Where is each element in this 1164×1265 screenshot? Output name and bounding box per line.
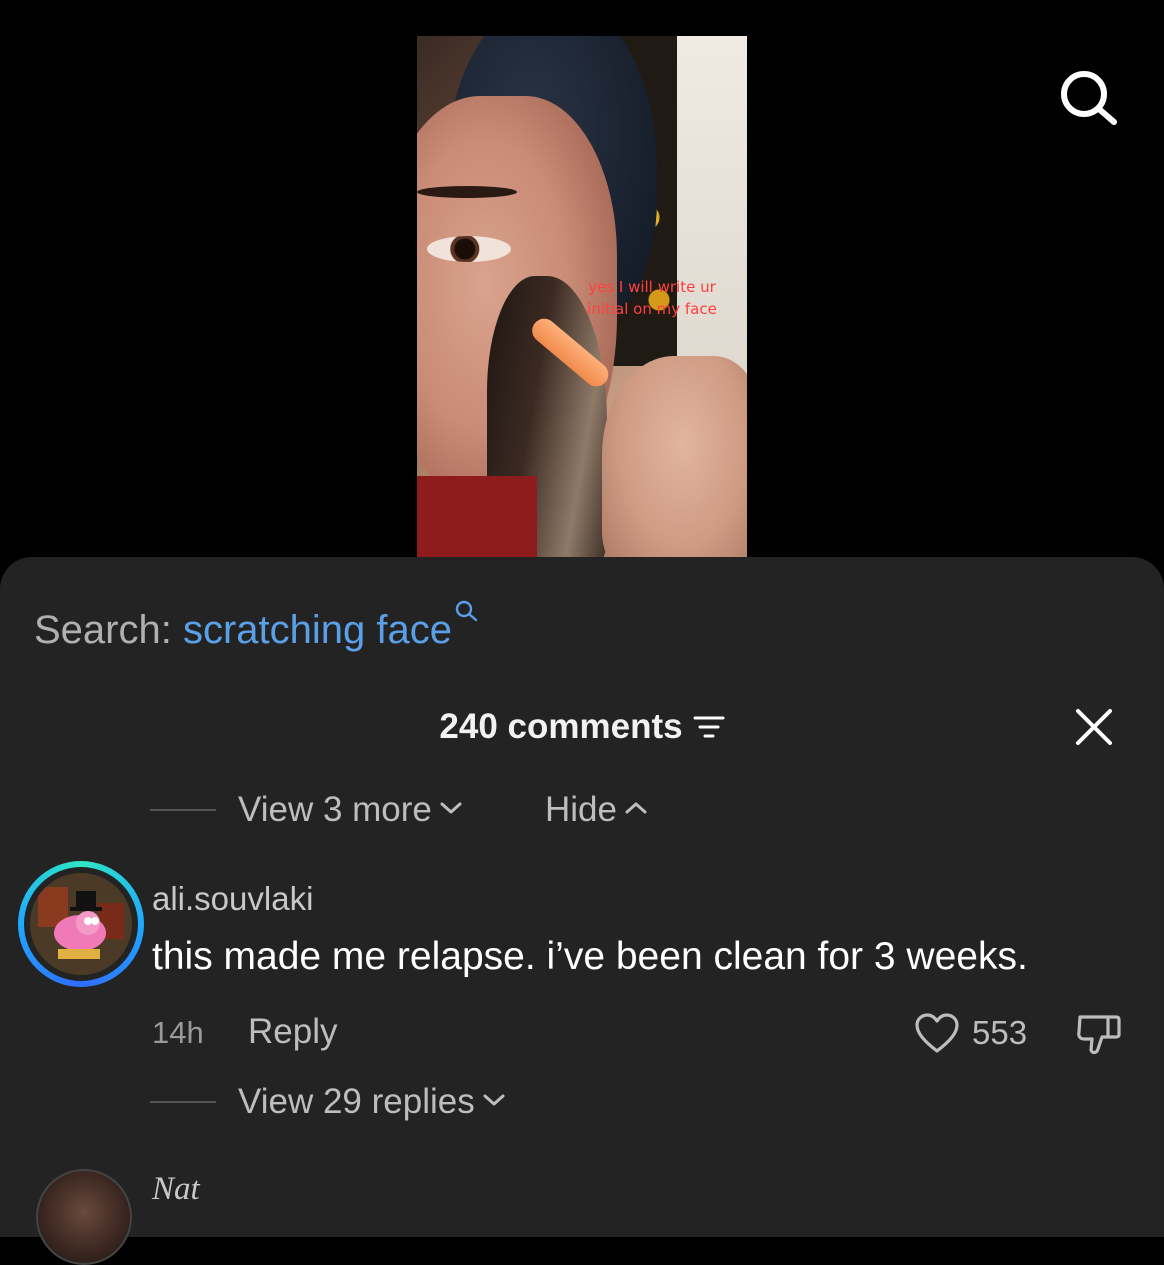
view-replies-label: View 29 replies [238,1082,475,1121]
video-hand [602,356,747,558]
close-icon[interactable] [1074,707,1114,747]
video-shirt [417,476,537,558]
comment-username[interactable]: Nat [152,1169,200,1209]
avatar[interactable] [36,1169,132,1265]
thread-line [150,809,216,811]
video-eye [427,236,511,262]
comment-timestamp: 14h [152,1015,204,1050]
chevron-up-icon [625,802,647,814]
view-replies-button[interactable]: View 29 replies [238,1081,507,1123]
chevron-down-icon [440,802,462,814]
sort-filter-icon[interactable] [693,713,725,741]
view-more-button[interactable]: View 3 more [238,789,464,831]
like-count: 553 [972,1014,1028,1051]
thumbs-down-icon[interactable] [1074,1009,1124,1059]
heart-icon[interactable] [914,1012,960,1054]
video-preview[interactable]: yes I will write ur initial on my face [417,36,747,558]
reply-button[interactable]: Reply [248,1011,337,1053]
search-icon[interactable] [1058,68,1120,126]
search-prefix: Search: [34,608,172,652]
comment-text: this made me relapse. i’ve been clean fo… [152,935,1028,978]
search-suggestion[interactable]: Search: scratching face [34,599,480,655]
chevron-down-icon [483,1094,505,1106]
avatar-illustration [30,873,132,975]
hide-button[interactable]: Hide [545,789,649,831]
comments-sheet: Search: scratching face 240 comments Vie… [0,557,1164,1265]
video-brow [417,186,517,198]
comment-username[interactable]: ali.souvlaki [152,879,313,919]
view-more-label: View 3 more [238,790,432,829]
search-icon [455,600,478,622]
comments-header: 240 comments [0,705,1164,749]
avatar-image [30,873,132,975]
search-term-link[interactable]: scratching face [183,608,452,652]
thread-line [150,1101,216,1103]
video-caption: yes I will write ur initial on my face [587,278,717,318]
comment-count: 240 comments [439,707,683,746]
hide-label: Hide [545,790,617,829]
avatar[interactable] [18,861,144,987]
